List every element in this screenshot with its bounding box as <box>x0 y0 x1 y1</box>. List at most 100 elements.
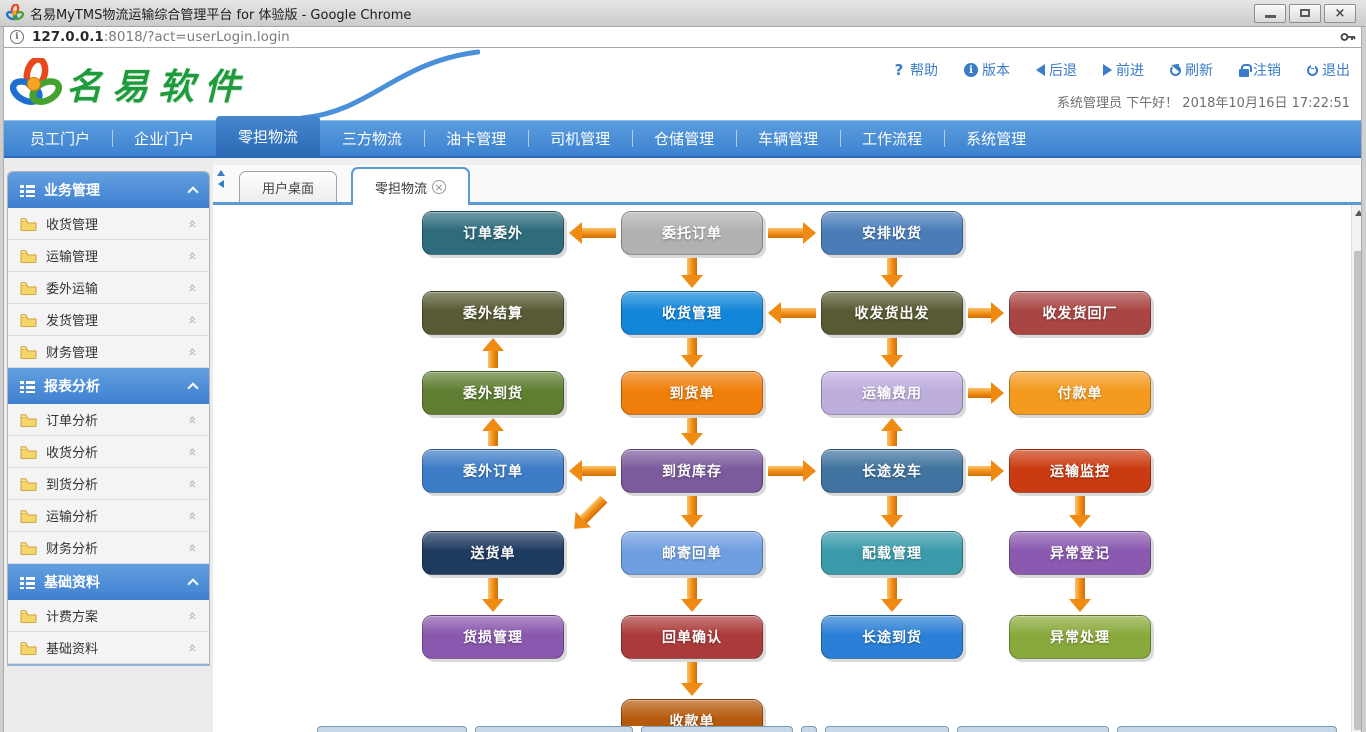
nav-item-10[interactable]: 系统管理 <box>944 121 1048 156</box>
flow-canvas: 订单委外 委托订单 安排收货委外结算 收货管理 收发货出发 收发货回厂委外到货 到货单 运输费… <box>213 205 1351 732</box>
sidebar-item[interactable]: 基础资料» <box>8 632 209 664</box>
version-icon: i <box>964 63 978 77</box>
sidebar-item[interactable]: 收货分析» <box>8 436 209 468</box>
flow-box[interactable]: 收发货出发 <box>821 291 963 335</box>
flow-arrow-down <box>1069 578 1091 612</box>
flow-box[interactable]: 委外到货 <box>422 371 564 415</box>
folder-icon <box>20 445 37 459</box>
forward-link[interactable]: 前进 <box>1103 60 1144 80</box>
tab-1[interactable]: 用户桌面 <box>239 171 337 202</box>
maximize-button[interactable] <box>1289 4 1321 23</box>
flow-box[interactable]: 安排收货 <box>821 211 963 255</box>
flow-box[interactable]: 配载管理 <box>821 531 963 575</box>
chevron-up-icon <box>187 382 198 393</box>
flow-box[interactable]: 长途到货 <box>821 615 963 659</box>
double-chevron-icon: » <box>184 611 200 620</box>
back-link[interactable]: 后退 <box>1036 60 1077 80</box>
flow-box[interactable]: 收发货回厂 <box>1009 291 1151 335</box>
sidebar-section-header-3[interactable]: 基础资料 <box>8 564 209 600</box>
user-status-line: 系统管理员 下午好！ 2018年10月16日 17:22:51 <box>1057 92 1350 111</box>
version-link[interactable]: i版本 <box>964 60 1010 80</box>
flow-box[interactable]: 回单确认 <box>621 615 763 659</box>
flow-arrow-up <box>881 418 903 446</box>
flow-box[interactable]: 送货单 <box>422 531 564 575</box>
sidebar: 业务管理收货管理»运输管理»委外运输»发货管理»财务管理»报表分析订单分析»收货… <box>0 158 213 732</box>
help-link[interactable]: ?帮助 <box>892 60 938 80</box>
sidebar-item[interactable]: 财务分析» <box>8 532 209 564</box>
sidebar-item[interactable]: 财务管理» <box>8 336 209 368</box>
flow-box[interactable]: 邮寄回单 <box>621 531 763 575</box>
exit-link[interactable]: 退出 <box>1307 60 1350 80</box>
main-panel: 用户桌面 零担物流× 订单委外 委托订单 安排收货委外结算 收货管理 收发货出发 收发货回厂… <box>213 158 1366 732</box>
double-chevron-icon: » <box>184 251 200 260</box>
sidebar-item[interactable]: 发货管理» <box>8 304 209 336</box>
tab-close-icon[interactable]: × <box>432 180 446 194</box>
tab-2[interactable]: 零担物流× <box>351 167 470 205</box>
nav-item-5[interactable]: 油卡管理 <box>424 121 528 156</box>
nav-item-1[interactable]: 员工门户 <box>8 121 112 156</box>
sidebar-item[interactable]: 运输分析» <box>8 500 209 532</box>
list-icon <box>20 380 35 393</box>
minimize-button[interactable] <box>1254 4 1286 23</box>
nav-item-8[interactable]: 车辆管理 <box>736 121 840 156</box>
app-header: 名易软件 ?帮助i版本后退前进刷新注销退出 系统管理员 下午好！ 2018年10… <box>0 48 1366 120</box>
sidebar-item[interactable]: 订单分析» <box>8 404 209 436</box>
flow-box[interactable]: 异常登记 <box>1009 531 1151 575</box>
brand-logo-icon <box>10 58 62 110</box>
flow-box[interactable]: 委托订单 <box>621 211 763 255</box>
key-icon[interactable] <box>1340 31 1356 43</box>
window-frame-right <box>1361 27 1366 732</box>
refresh-link[interactable]: 刷新 <box>1170 60 1213 80</box>
link-label: 帮助 <box>910 60 938 80</box>
flow-box[interactable]: 付款单 <box>1009 371 1151 415</box>
close-button[interactable]: × <box>1324 4 1356 23</box>
logout-link[interactable]: 注销 <box>1239 60 1281 80</box>
flow-arrow-up <box>482 418 504 446</box>
nav-item-7[interactable]: 仓储管理 <box>632 121 736 156</box>
double-chevron-icon: » <box>184 415 200 424</box>
page-info-icon[interactable]: i <box>10 30 24 44</box>
flow-box[interactable]: 长途发车 <box>821 449 963 493</box>
sidebar-item[interactable]: 委外运输» <box>8 272 209 304</box>
flow-box[interactable]: 异常处理 <box>1009 615 1151 659</box>
flow-box[interactable]: 运输监控 <box>1009 449 1151 493</box>
flow-box[interactable]: 收货管理 <box>621 291 763 335</box>
tab-scroll-left-icon[interactable] <box>218 180 224 188</box>
logout-icon <box>1239 69 1249 77</box>
nav-item-3[interactable]: 零担物流 <box>216 116 320 156</box>
sidebar-item[interactable]: 运输管理» <box>8 240 209 272</box>
window-title: 名易MyTMS物流运输综合管理平台 for 体验版 - Google Chrom… <box>30 4 411 23</box>
body-row: 业务管理收货管理»运输管理»委外运输»发货管理»财务管理»报表分析订单分析»收货… <box>0 158 1366 732</box>
sidebar-section-header-2[interactable]: 报表分析 <box>8 368 209 404</box>
flow-box[interactable]: 运输费用 <box>821 371 963 415</box>
double-chevron-icon: » <box>184 479 200 488</box>
folder-icon <box>20 217 37 231</box>
sidebar-item[interactable]: 到货分析» <box>8 468 209 500</box>
flow-box[interactable]: 委外订单 <box>422 449 564 493</box>
address-bar[interactable]: i 127.0.0.1:8018/?act=userLogin.login <box>0 27 1366 48</box>
double-chevron-icon: » <box>184 447 200 456</box>
flow-box[interactable]: 货损管理 <box>422 615 564 659</box>
tab-scroll-up-icon[interactable] <box>217 170 225 176</box>
list-icon <box>20 184 35 197</box>
nav-item-6[interactable]: 司机管理 <box>528 121 632 156</box>
link-label: 刷新 <box>1185 60 1213 80</box>
chevron-up-icon <box>187 186 198 197</box>
flow-arrow-right <box>768 222 816 244</box>
flow-arrow-down <box>681 258 703 288</box>
flow-arrow-up <box>482 338 504 368</box>
flow-arrow-down <box>681 662 703 696</box>
flow-arrow-down <box>681 338 703 368</box>
tab-label: 用户桌面 <box>262 178 314 197</box>
sidebar-section-header-1[interactable]: 业务管理 <box>8 172 209 208</box>
flow-box[interactable]: 订单委外 <box>422 211 564 255</box>
flow-box[interactable]: 到货单 <box>621 371 763 415</box>
flow-box[interactable]: 到货库存 <box>621 449 763 493</box>
nav-item-9[interactable]: 工作流程 <box>840 121 944 156</box>
sidebar-item[interactable]: 计费方案» <box>8 600 209 632</box>
nav-item-4[interactable]: 三方物流 <box>320 121 424 156</box>
nav-item-2[interactable]: 企业门户 <box>112 121 216 156</box>
flow-box[interactable]: 委外结算 <box>422 291 564 335</box>
sidebar-item[interactable]: 收货管理» <box>8 208 209 240</box>
url-text[interactable]: 127.0.0.1:8018/?act=userLogin.login <box>32 29 290 45</box>
